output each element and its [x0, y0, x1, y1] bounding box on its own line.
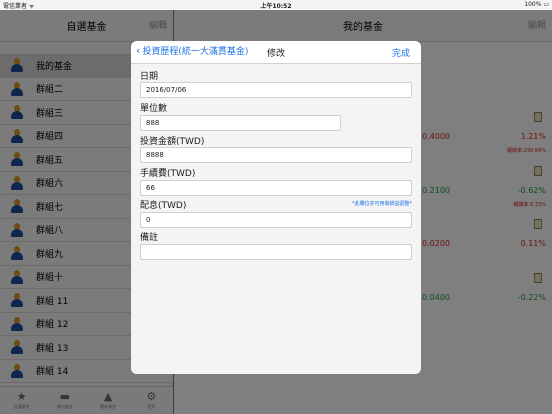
- back-button-label: 投資歷程(統一大滿貫基金): [142, 47, 249, 57]
- note-label: 備註: [140, 233, 159, 243]
- amount-field[interactable]: 8888: [140, 147, 412, 163]
- dialog-form: 日期 2016/07/06 單位數 888 投資金額(TWD) 8888 手續費…: [131, 64, 421, 374]
- units-field[interactable]: 888: [140, 115, 341, 131]
- fee-field[interactable]: 66: [140, 180, 412, 196]
- dialog-title: 修改: [267, 49, 286, 59]
- units-label: 單位數: [140, 104, 168, 114]
- dialog-header: ‹ 投資歷程(統一大滿貫基金) 修改 完成: [131, 41, 421, 64]
- date-field[interactable]: 2016/07/06: [140, 82, 412, 98]
- battery-indicator: 100% ▭: [524, 1, 549, 8]
- chevron-left-icon: ‹: [136, 44, 141, 57]
- fee-label: 手續費(TWD): [140, 169, 196, 179]
- done-button[interactable]: 完成: [392, 46, 410, 59]
- dividend-field[interactable]: 0: [140, 212, 412, 228]
- edit-investment-dialog: ‹ 投資歷程(統一大滿貫基金) 修改 完成 日期 2016/07/06 單位數 8…: [131, 41, 421, 374]
- dividend-label: 配息(TWD): [140, 201, 187, 211]
- back-button[interactable]: ‹ 投資歷程(統一大滿貫基金): [136, 44, 248, 57]
- amount-label: 投資金額(TWD): [140, 137, 205, 147]
- note-field[interactable]: [140, 244, 412, 260]
- date-label: 日期: [140, 72, 159, 82]
- status-bar: 電信業者 ᯤ 上午10:52 100% ▭: [0, 0, 552, 10]
- dividend-hint: *此欄位亦可用做損益調整*: [351, 201, 412, 207]
- clock: 上午10:52: [260, 3, 292, 10]
